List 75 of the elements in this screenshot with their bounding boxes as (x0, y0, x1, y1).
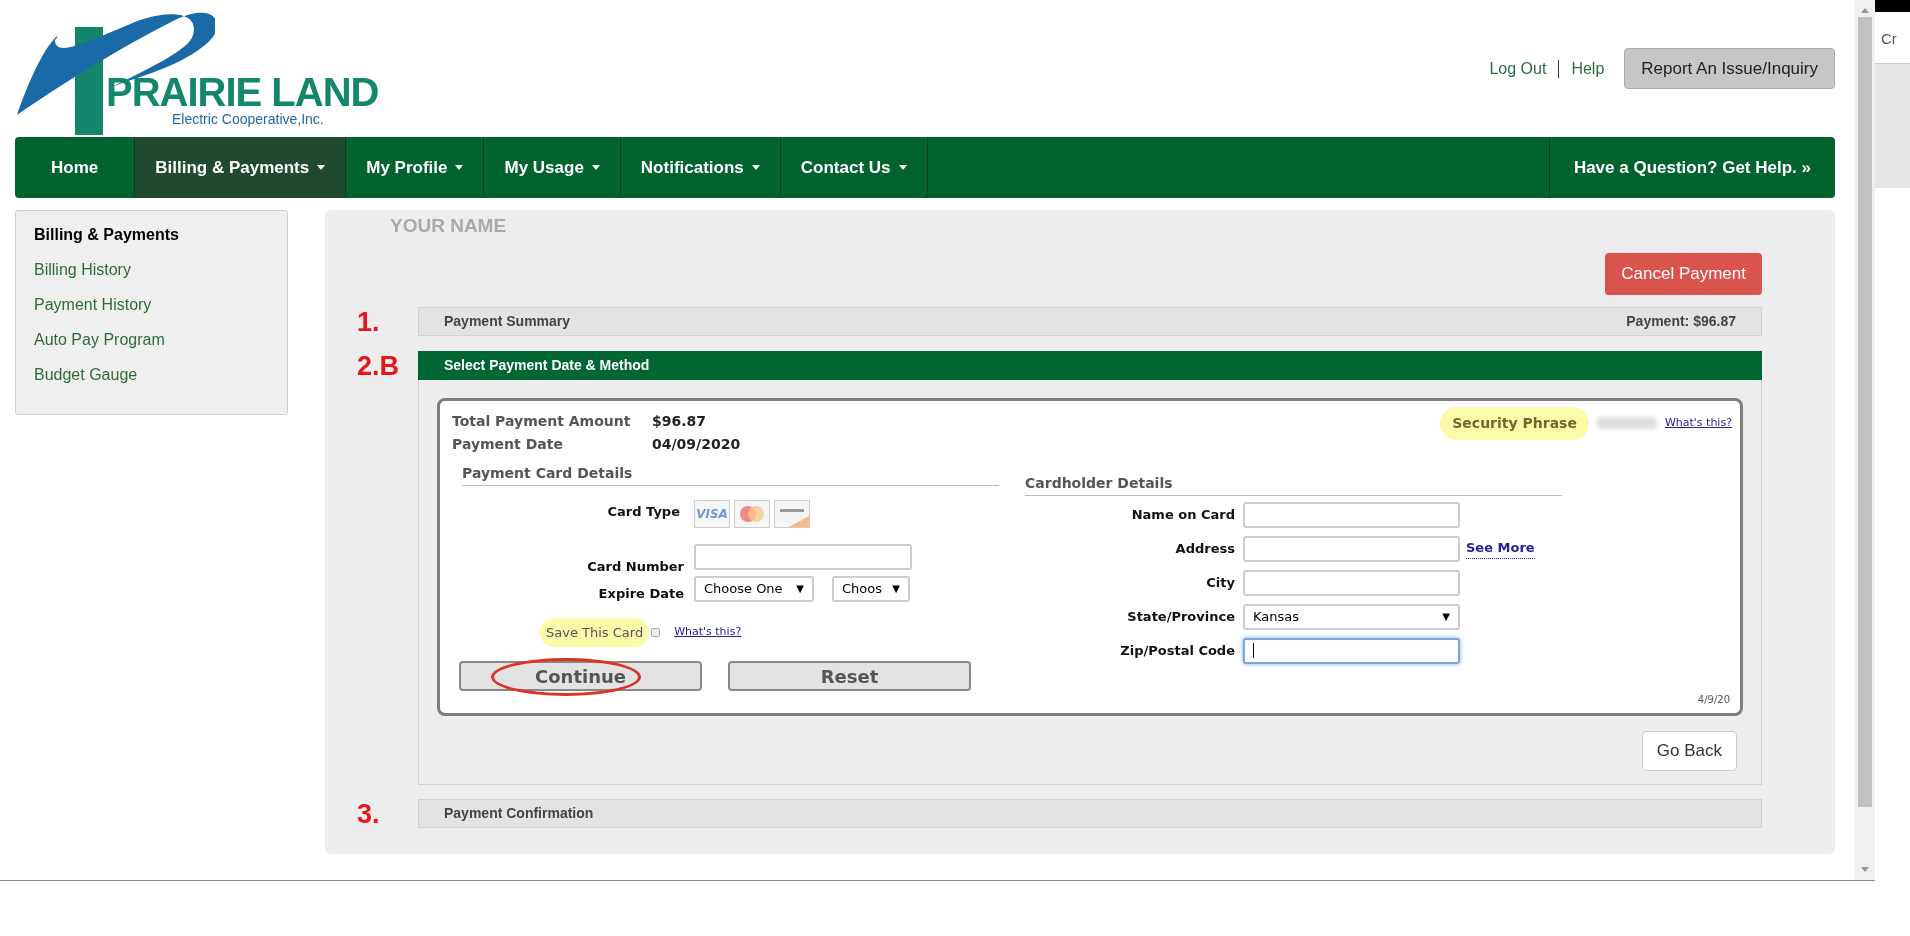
select-field[interactable]: Choose One ▼ (694, 575, 814, 602)
credit-card-icon (774, 499, 810, 528)
nav-item[interactable]: Billing & Payments (135, 137, 347, 198)
total-label: Total Payment Amount (452, 411, 632, 431)
account-name: YOUR NAME (390, 214, 508, 238)
select-value: Choos (842, 579, 883, 598)
blurred-phrase (1596, 417, 1657, 429)
step-number: 1. (356, 306, 381, 337)
section-heading: Payment Card Details (462, 462, 999, 486)
dropdown-arrow: ▼ (892, 582, 900, 596)
highlight-mark: Save This Card (540, 617, 650, 647)
logo-title: PRAIRIE LAND (106, 72, 379, 112)
credit-card-icon (734, 499, 770, 528)
go-back-button[interactable]: Go Back (1641, 730, 1737, 771)
visa-card-icon: VISA (694, 499, 730, 528)
dropdown-arrow: ▼ (796, 582, 804, 596)
nav-item[interactable]: My Profile (346, 137, 485, 198)
field-label: Zip/Postal Code (1119, 641, 1236, 660)
sidebar-link[interactable]: Budget Gauge (34, 363, 269, 387)
logout-link[interactable]: Log Out (1489, 56, 1547, 81)
select-value: Kansas (1253, 607, 1300, 626)
select-value: Choose One (704, 579, 784, 598)
field-label: Address (1174, 539, 1236, 558)
field-label: City (1205, 573, 1236, 592)
get-help-link[interactable]: Have a Question? Get Help. » (1548, 137, 1835, 198)
payment-date: 04/09/2020 (652, 434, 741, 454)
step-header[interactable]: Select Payment Date & Method (418, 350, 1762, 380)
nav-item[interactable]: Notifications (620, 137, 781, 198)
input-field[interactable] (1243, 501, 1460, 528)
scroll-down-icon[interactable] (1861, 867, 1869, 872)
caret-icon (317, 165, 326, 170)
help-link[interactable]: Help (1571, 56, 1605, 81)
input-field[interactable] (1243, 569, 1460, 596)
sidebar-link[interactable]: Auto Pay Program (34, 328, 269, 352)
date-label: Payment Date (452, 434, 564, 454)
panel-text: Cr (1880, 29, 1898, 49)
field-label: Name on Card (1130, 505, 1236, 524)
scrollbar-thumb[interactable] (1858, 17, 1872, 807)
save-card-checkbox[interactable] (651, 627, 661, 637)
panel-header (1875, 0, 1910, 12)
step-header[interactable]: Payment Confirmation (418, 798, 1762, 828)
footnote-date: 4/9/20 (1697, 692, 1730, 707)
input-field[interactable] (694, 543, 912, 570)
dropdown-arrow: ▼ (1442, 610, 1450, 624)
reset-button[interactable]: Reset (728, 661, 971, 691)
input-field[interactable] (1243, 637, 1460, 664)
select-field[interactable]: Kansas ▼ (1243, 603, 1460, 630)
nav-item[interactable]: Contact Us (780, 137, 928, 198)
whats-this-link[interactable]: What's this? (1664, 414, 1732, 432)
total-amount: $96.87 (652, 411, 708, 431)
caret-icon (591, 165, 600, 170)
section-heading: Cardholder Details (1025, 472, 1562, 496)
caret-icon (455, 165, 464, 170)
highlight-mark: Security Phrase (1440, 406, 1589, 440)
sidebar-heading[interactable]: Billing & Payments (34, 223, 269, 247)
scroll-up-icon[interactable] (1861, 8, 1869, 13)
input-field[interactable] (1243, 535, 1460, 562)
step-header[interactable]: Payment Summary Payment: $96.87 (418, 306, 1762, 336)
caret-icon (898, 165, 907, 170)
report-issue-button[interactable]: Report An Issue/Inquiry (1624, 48, 1835, 89)
caret-icon (751, 165, 760, 170)
sidebar-link[interactable]: Billing History (34, 258, 269, 282)
select-field[interactable]: Choos ▼ (832, 575, 910, 602)
field-label: Card Type (607, 502, 680, 521)
step-number: 2.B (356, 350, 401, 381)
nav-item[interactable]: My Usage (484, 137, 621, 198)
whats-this-link[interactable]: What's this? (674, 624, 742, 641)
cancel-payment-button[interactable]: Cancel Payment (1605, 252, 1762, 295)
field-label: Expire Date (598, 584, 684, 603)
logo-subtitle: Electric Cooperative,Inc. (172, 112, 324, 126)
sidebar-link[interactable]: Payment History (34, 293, 269, 317)
see-more-link[interactable]: See More (1466, 538, 1535, 559)
step-number: 3. (356, 798, 381, 829)
field-label: State/Province (1126, 607, 1236, 626)
field-label: Card Number (587, 557, 684, 576)
